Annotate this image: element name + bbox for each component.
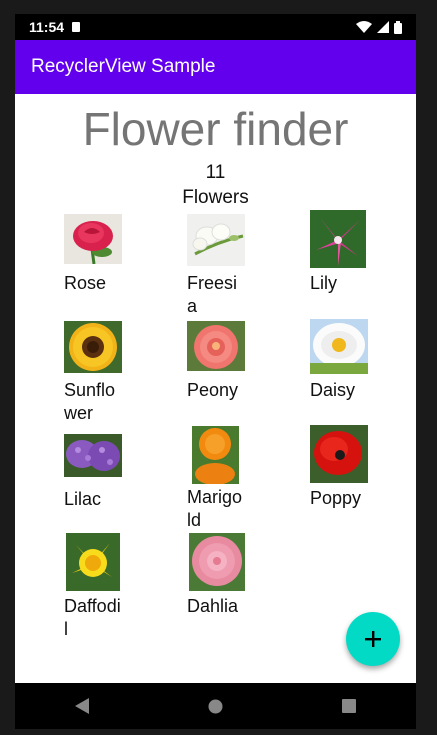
wifi-icon [356,21,372,33]
sunflower-image [64,321,122,373]
home-icon[interactable] [208,699,223,714]
app-bar-title: RecyclerView Sample [31,56,216,77]
flower-count-label: Flowers [182,187,249,208]
rose-image [64,214,122,264]
signal-icon [377,21,389,33]
poppy-image [310,425,368,483]
dahlia-image [189,533,245,591]
flower-name: Sunflower [64,380,116,423]
list-item[interactable]: Rose [64,214,126,304]
flower-name: Daisy [310,380,356,400]
list-item[interactable]: Daffodil [64,533,126,643]
back-icon[interactable] [74,698,89,714]
flower-name: Lily [310,273,338,293]
list-item[interactable]: Poppy [310,425,372,515]
flower-name: Rose [64,273,107,293]
lily-image [310,210,366,268]
daisy-image [310,319,368,374]
freesia-image [187,214,245,266]
status-bar: 11:54 [15,14,416,40]
flower-name: Freesia [187,273,238,316]
navigation-bar [15,683,416,729]
list-item[interactable]: Peony [187,321,249,411]
add-flower-button[interactable] [346,612,400,666]
list-item[interactable]: Daisy [310,319,372,411]
list-item[interactable]: Lilac [64,434,126,514]
list-item[interactable]: Freesia [187,214,249,324]
flower-list[interactable]: Flower finder 11 Flowers Rose Freesia Li… [15,94,416,683]
page-title: Flower finder [82,103,349,155]
flower-count: 11 Flowers [15,160,416,210]
flower-name: Lilac [64,489,102,509]
sd-card-icon [72,22,81,32]
status-time: 11:54 [29,19,65,35]
flower-name: Marigold [187,487,243,530]
flower-name: Dahlia [187,596,239,616]
daffodil-image [66,533,120,591]
app-bar: RecyclerView Sample [15,40,416,94]
flower-name: Poppy [310,488,362,508]
flower-name: Peony [187,380,239,400]
battery-icon [394,20,402,34]
marigold-image [192,426,239,484]
list-item[interactable]: Sunflower [64,321,126,431]
list-item[interactable]: Dahlia [187,533,249,623]
list-item[interactable]: Lily [310,210,372,304]
plus-icon [365,631,381,647]
lilac-image [64,434,122,477]
recents-icon[interactable] [342,699,357,713]
list-item[interactable]: Marigold [187,426,249,536]
flower-count-number: 11 [205,162,226,183]
flower-name: Daffodil [64,596,121,639]
peony-image [187,321,245,371]
